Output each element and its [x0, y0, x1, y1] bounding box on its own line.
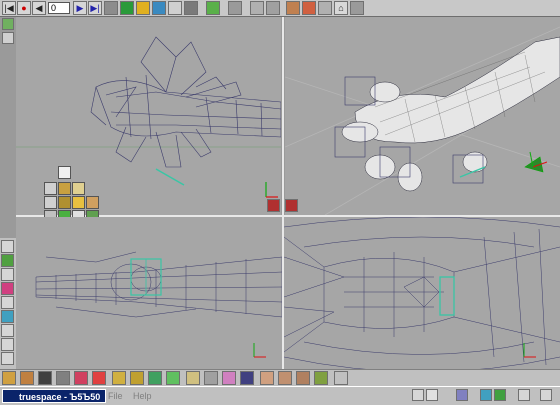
cone-icon[interactable] — [72, 182, 85, 195]
camera-add-icon[interactable] — [86, 196, 99, 209]
menu-bar: File Help — [108, 389, 160, 403]
front-view[interactable] — [16, 217, 282, 369]
nurbs-icon[interactable] — [168, 1, 182, 15]
plane-icon[interactable] — [58, 196, 71, 209]
checker-icon[interactable] — [240, 371, 254, 385]
tray-grid-icon[interactable] — [456, 389, 468, 401]
lathe-icon[interactable] — [266, 1, 280, 15]
home-icon[interactable]: ⌂ — [334, 1, 348, 15]
grid-icon[interactable] — [1, 338, 14, 351]
lamp-icon[interactable] — [186, 371, 200, 385]
tray-help-icon[interactable] — [540, 389, 552, 401]
sphere-icon[interactable] — [44, 182, 57, 195]
key-icon[interactable] — [130, 371, 144, 385]
tray-scene-icon[interactable] — [494, 389, 506, 401]
link-icon[interactable] — [74, 371, 88, 385]
deform-icon[interactable] — [228, 1, 242, 15]
spline-icon[interactable] — [302, 1, 316, 15]
tray-cube-icon[interactable] — [426, 389, 438, 401]
lasso-icon[interactable] — [1, 324, 14, 337]
undo-icon[interactable] — [1, 352, 14, 365]
play-icon[interactable]: ▶ — [73, 1, 87, 15]
brush-icon[interactable] — [166, 371, 180, 385]
people-icon[interactable] — [260, 371, 274, 385]
torus-icon[interactable] — [44, 196, 57, 209]
boolean-icon[interactable] — [286, 1, 300, 15]
sphere-tool-icon[interactable] — [20, 371, 34, 385]
view-front-icon[interactable] — [285, 199, 298, 212]
paint-icon[interactable] — [120, 1, 134, 15]
cursor-icon[interactable] — [1, 240, 14, 253]
person-icon[interactable] — [278, 371, 292, 385]
grab-icon[interactable] — [112, 371, 126, 385]
cube-icon[interactable] — [58, 166, 71, 179]
face-icon[interactable] — [296, 371, 310, 385]
end-icon[interactable]: ▶| — [88, 1, 102, 15]
perspective-view[interactable] — [285, 17, 560, 215]
object-tool-icon[interactable] — [2, 371, 16, 385]
tray-select-icon[interactable] — [412, 389, 424, 401]
path-icon[interactable] — [148, 371, 162, 385]
color-icon[interactable] — [1, 282, 14, 295]
cylinder-icon[interactable] — [58, 182, 71, 195]
render-icon[interactable] — [1, 310, 14, 323]
camera-icon[interactable] — [350, 1, 364, 15]
gear-icon[interactable] — [204, 371, 218, 385]
taskbar: truespace - Ъ5Ъ50 File Help — [0, 386, 560, 405]
film-icon[interactable] — [38, 371, 52, 385]
left-view[interactable] — [284, 217, 560, 369]
menu-file[interactable]: File — [108, 391, 123, 401]
transform-icon[interactable] — [1, 254, 14, 267]
menu-help[interactable]: Help — [133, 391, 152, 401]
palette-icon[interactable] — [222, 371, 236, 385]
add-object-icon[interactable] — [2, 18, 14, 30]
material-ball-icon[interactable] — [92, 371, 106, 385]
frame-number-field[interactable]: 0 — [48, 2, 70, 14]
rotate-icon[interactable] — [206, 1, 220, 15]
rewind-icon[interactable]: |◀ — [2, 1, 16, 15]
tray-render-icon[interactable] — [480, 389, 492, 401]
render-button-icon[interactable] — [334, 371, 348, 385]
curve-icon[interactable] — [318, 1, 332, 15]
bottom-toolbar — [0, 369, 560, 387]
record-icon[interactable]: ● — [17, 1, 31, 15]
main-toolbar: |◀ ● ◀ 0 ▶ ▶| ⌂ — [0, 0, 560, 17]
text-icon[interactable] — [152, 1, 166, 15]
taskbar-app-button[interactable]: truespace - Ъ5Ъ50 — [2, 389, 106, 403]
sweep-icon[interactable] — [250, 1, 264, 15]
select-icon[interactable] — [2, 32, 14, 44]
ball-icon[interactable] — [56, 371, 70, 385]
left-toolbar — [0, 238, 16, 386]
prev-frame-icon[interactable]: ◀ — [32, 1, 46, 15]
loft-icon[interactable] — [184, 1, 198, 15]
light-icon[interactable] — [72, 196, 85, 209]
mask-icon[interactable] — [314, 371, 328, 385]
material-icon[interactable] — [136, 1, 150, 15]
view-mode-icon[interactable] — [267, 199, 280, 212]
wire-icon[interactable] — [1, 296, 14, 309]
taskbar-title-suffix: Ъ5Ъ50 — [69, 392, 101, 402]
taskbar-title: truespace - — [19, 392, 70, 402]
scale-icon[interactable] — [1, 268, 14, 281]
tray-lock-icon[interactable] — [518, 389, 530, 401]
object-icon[interactable] — [104, 1, 118, 15]
